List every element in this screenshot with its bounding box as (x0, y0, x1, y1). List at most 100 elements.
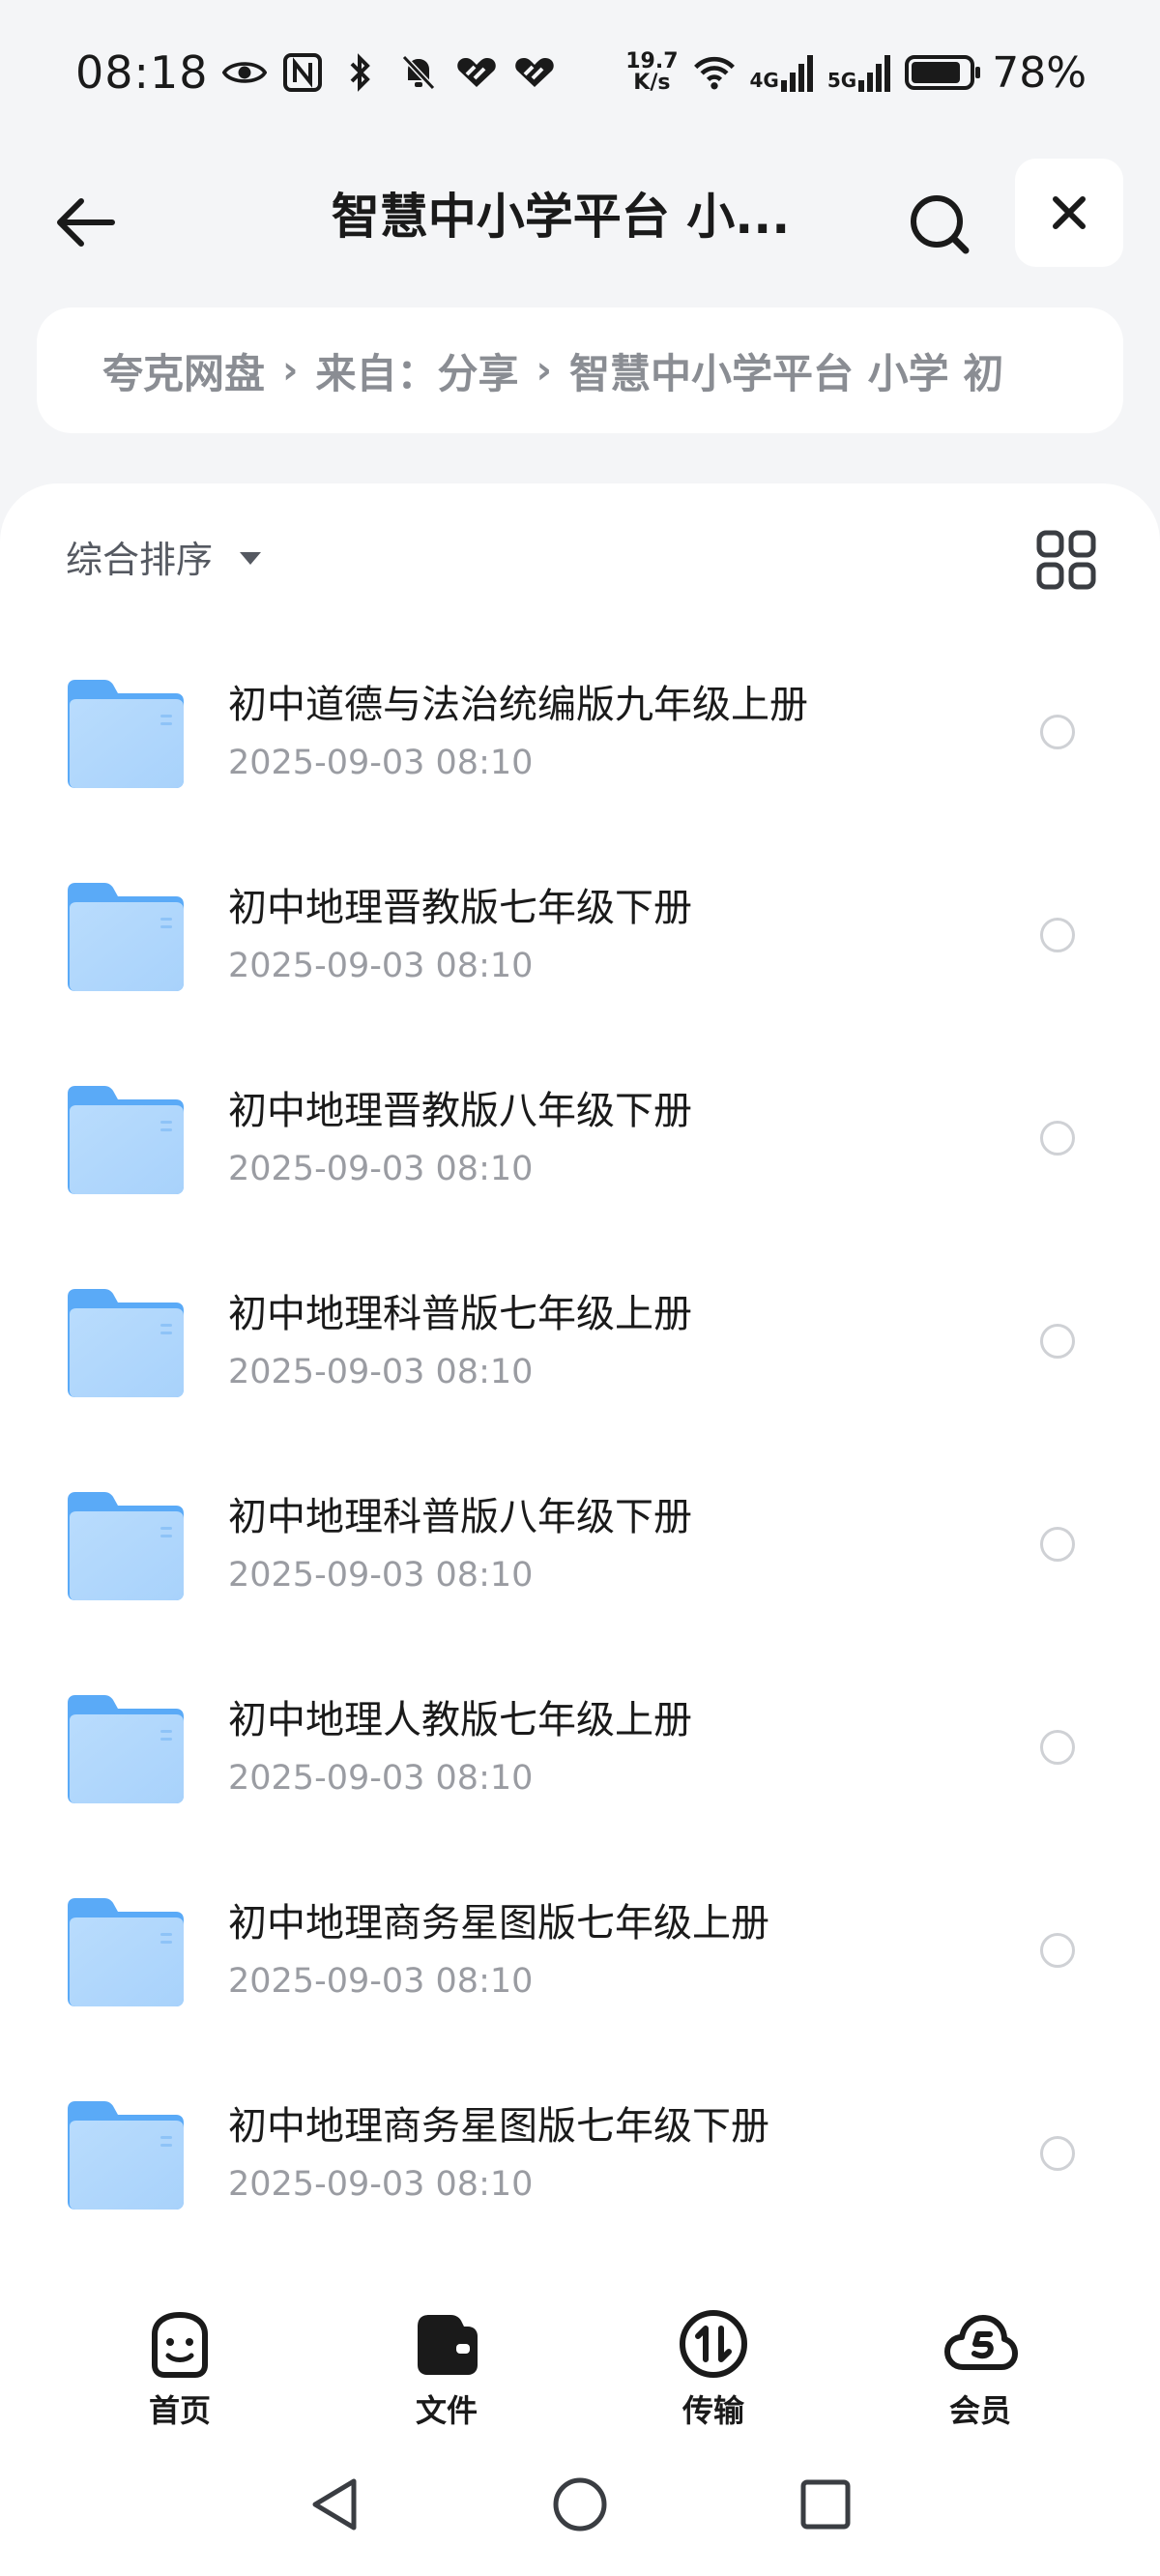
file-name: 初中地理科普版八年级下册 (228, 1495, 692, 1539)
tab-home-label: 首页 (148, 2392, 211, 2429)
bottom-tab-bar: 首页 文件 传输 会员 (0, 2292, 1160, 2437)
breadcrumb: 夸克网盘 › 来自：分享 › 智慧中小学平台 小学 初 (37, 307, 1123, 433)
folder-icon (68, 1898, 184, 2006)
file-panel: 综合排序 初中道德与法治统编版九年级上册 2025-09-03 08:10 初中… (0, 483, 1160, 2576)
tab-member-label: 会员 (948, 2392, 1011, 2429)
folder-icon (68, 1492, 184, 1600)
folder-icon (68, 1289, 184, 1397)
system-nav-bar (0, 2437, 1160, 2576)
grid-icon (1036, 530, 1096, 590)
file-name: 初中地理晋教版七年级下册 (228, 886, 692, 930)
folder-icon (68, 1086, 184, 1194)
chevron-right-icon: › (536, 348, 552, 393)
file-row[interactable]: 初中地理科普版七年级上册 2025-09-03 08:10 (0, 1252, 1160, 1455)
tab-files[interactable]: 文件 (360, 2305, 534, 2431)
eye-icon (221, 50, 267, 95)
search-button[interactable] (899, 184, 980, 265)
transfer-icon (680, 2310, 747, 2378)
status-bar: 08:18 19.7 K/s 4G 5G 78% (0, 0, 1160, 145)
select-checkbox[interactable] (1040, 1933, 1075, 1968)
select-checkbox[interactable] (1040, 715, 1075, 749)
wifi-icon (692, 50, 737, 95)
nav-home-button[interactable] (541, 2466, 619, 2543)
select-checkbox[interactable] (1040, 1527, 1075, 1562)
file-name: 初中地理商务星图版七年级下册 (228, 2104, 769, 2149)
grid-view-button[interactable] (1036, 530, 1096, 590)
sort-dropdown[interactable]: 综合排序 (66, 530, 262, 583)
arrow-left-icon (57, 198, 115, 247)
breadcrumb-item-from-share[interactable]: 来自：分享 (316, 341, 519, 400)
breadcrumb-item-current[interactable]: 智慧中小学平台 小学 初 (569, 341, 1003, 400)
cloud-member-icon (944, 2315, 1018, 2370)
file-date: 2025-09-03 08:10 (228, 1962, 534, 2001)
nav-back-button[interactable] (296, 2466, 373, 2543)
network-4g-label: 4G (749, 69, 779, 92)
wallet-file-icon (418, 2315, 478, 2375)
status-time: 08:18 (75, 46, 209, 99)
file-date: 2025-09-03 08:10 (228, 744, 534, 782)
file-row[interactable]: 初中道德与法治统编版九年级上册 2025-09-03 08:10 (0, 643, 1160, 846)
file-name: 初中地理科普版七年级上册 (228, 1292, 692, 1336)
file-row[interactable]: 初中地理晋教版八年级下册 2025-09-03 08:10 (0, 1049, 1160, 1252)
signal-4g-icon (780, 55, 813, 92)
square-recents-icon (800, 2479, 851, 2530)
status-right: 19.7 K/s 4G 5G 78% (625, 48, 1087, 98)
breadcrumb-item-quark-drive[interactable]: 夸克网盘 (102, 341, 265, 400)
file-name: 初中地理晋教版八年级下册 (228, 1089, 692, 1133)
battery-icon (905, 55, 981, 90)
chevron-right-icon: › (282, 348, 299, 393)
tab-home[interactable]: 首页 (93, 2305, 267, 2431)
nav-recents-button[interactable] (787, 2466, 864, 2543)
header: 智慧中小学平台 小... (0, 155, 1160, 271)
tab-transfer[interactable]: 传输 (626, 2305, 800, 2431)
triangle-back-icon (312, 2478, 357, 2531)
search-icon (911, 195, 970, 254)
folder-icon (68, 1695, 184, 1803)
heart-link-icon-2 (512, 50, 557, 95)
file-date: 2025-09-03 08:10 (228, 1556, 534, 1595)
folder-icon (68, 883, 184, 991)
signal-5g-icon (858, 55, 891, 92)
file-date: 2025-09-03 08:10 (228, 1150, 534, 1188)
bell-off-icon (396, 50, 441, 95)
file-row[interactable]: 初中地理晋教版七年级下册 2025-09-03 08:10 (0, 846, 1160, 1049)
network-5g-label: 5G (826, 69, 857, 92)
network-5g: 5G (827, 53, 891, 92)
file-row[interactable]: 初中地理商务星图版七年级下册 2025-09-03 08:10 (0, 2064, 1160, 2268)
file-name: 初中地理商务星图版七年级上册 (228, 1901, 769, 1946)
battery-fill (912, 62, 961, 83)
heart-link-icon (454, 50, 499, 95)
file-list: 初中道德与法治统编版九年级上册 2025-09-03 08:10 初中地理晋教版… (0, 643, 1160, 2268)
battery-percent: 78% (992, 47, 1087, 98)
select-checkbox[interactable] (1040, 1324, 1075, 1359)
nfc-icon (280, 50, 325, 95)
caret-down-icon (240, 552, 262, 565)
smiley-home-icon (152, 2312, 208, 2378)
select-checkbox[interactable] (1040, 1121, 1075, 1156)
network-4g: 4G (750, 53, 814, 92)
file-date: 2025-09-03 08:10 (228, 2165, 534, 2204)
folder-icon (68, 680, 184, 788)
net-speed-unit: K/s (633, 71, 671, 95)
file-date: 2025-09-03 08:10 (228, 1353, 534, 1391)
tab-files-label: 文件 (415, 2392, 478, 2429)
file-row[interactable]: 初中地理人教版七年级上册 2025-09-03 08:10 (0, 1658, 1160, 1861)
status-left: 08:18 (75, 46, 557, 99)
close-icon (1053, 196, 1086, 229)
select-checkbox[interactable] (1040, 2136, 1075, 2171)
net-speed-value: 19.7 (625, 49, 679, 73)
file-date: 2025-09-03 08:10 (228, 947, 534, 985)
tab-member[interactable]: 会员 (893, 2305, 1067, 2431)
file-row[interactable]: 初中地理商务星图版七年级上册 2025-09-03 08:10 (0, 1861, 1160, 2064)
back-button[interactable] (46, 184, 124, 261)
close-button[interactable] (1015, 159, 1123, 267)
file-row[interactable]: 初中地理科普版八年级下册 2025-09-03 08:10 (0, 1455, 1160, 1658)
file-date: 2025-09-03 08:10 (228, 1759, 534, 1798)
select-checkbox[interactable] (1040, 1730, 1075, 1765)
net-speed: 19.7 K/s (625, 51, 678, 94)
sort-label: 综合排序 (66, 539, 214, 581)
file-name: 初中道德与法治统编版九年级上册 (228, 683, 808, 727)
circle-home-icon (553, 2477, 607, 2532)
page-title: 智慧中小学平台 小... (331, 189, 791, 245)
select-checkbox[interactable] (1040, 918, 1075, 952)
